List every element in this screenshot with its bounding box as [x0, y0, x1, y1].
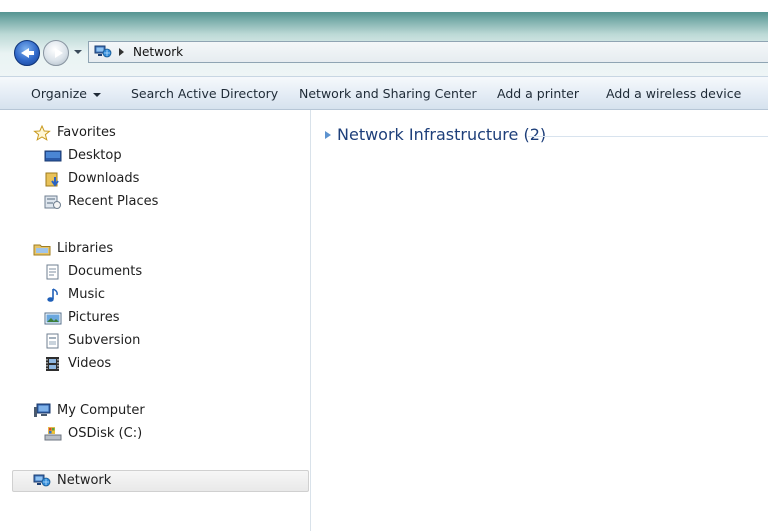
expand-arrow-icon[interactable] — [325, 131, 331, 139]
forward-button[interactable] — [43, 40, 69, 66]
sidebar-item-label: OSDisk (C:) — [68, 426, 143, 441]
add-printer-button[interactable]: Add a printer — [497, 86, 579, 101]
sidebar-item-label: Subversion — [68, 333, 141, 348]
group-header-network-infrastructure[interactable]: Network Infrastructure (2) — [323, 125, 768, 147]
computer-icon — [34, 403, 51, 417]
network-icon — [33, 474, 51, 487]
sidebar-item-label: Desktop — [68, 148, 122, 163]
sidebar-item-label: Network — [57, 473, 112, 488]
organize-button[interactable]: Organize — [31, 86, 101, 101]
videos-icon — [46, 357, 59, 371]
navigation-pane: Favorites Desktop Downloads Recent Place… — [0, 110, 311, 531]
sidebar-item-label: My Computer — [57, 403, 145, 418]
add-wireless-device-button[interactable]: Add a wireless device — [606, 86, 741, 101]
sidebar-item-label: Favorites — [57, 125, 116, 140]
downloads-icon — [45, 172, 59, 187]
documents-icon — [46, 264, 59, 280]
subversion-icon — [46, 333, 59, 349]
sidebar-item-label: Downloads — [68, 171, 140, 186]
star-icon — [33, 125, 51, 141]
sidebar-item-label: Libraries — [57, 241, 114, 256]
recent-places-icon — [44, 195, 61, 209]
command-bar: Organize Search Active Directory Network… — [0, 76, 768, 110]
breadcrumb-separator[interactable] — [119, 48, 124, 56]
sidebar-item-label: Pictures — [68, 310, 120, 325]
content-pane: Network Infrastructure (2) — [311, 110, 768, 531]
desktop-icon — [44, 150, 62, 162]
group-label: Network Infrastructure (2) — [337, 125, 547, 144]
window-title-area: Network — [0, 0, 768, 76]
back-button[interactable] — [14, 40, 40, 66]
organize-label: Organize — [31, 86, 87, 101]
disk-icon — [44, 427, 62, 441]
sidebar-item-label: Videos — [68, 356, 112, 371]
sidebar-item-label: Recent Places — [68, 194, 159, 209]
pictures-icon — [44, 312, 62, 325]
group-divider — [528, 136, 768, 137]
sidebar-item-network[interactable]: Network — [12, 470, 309, 492]
breadcrumb-network[interactable]: Network — [133, 45, 183, 59]
search-active-directory-button[interactable]: Search Active Directory — [131, 86, 278, 101]
network-icon — [94, 45, 112, 58]
network-sharing-center-button[interactable]: Network and Sharing Center — [299, 86, 477, 101]
chevron-down-icon — [93, 92, 101, 97]
library-icon — [33, 244, 51, 256]
sidebar-item-label: Music — [68, 287, 105, 302]
address-bar[interactable]: Network — [88, 41, 768, 63]
sidebar-item-label: Documents — [68, 264, 143, 279]
recent-pages-dropdown[interactable] — [74, 50, 82, 54]
music-icon — [47, 288, 58, 302]
